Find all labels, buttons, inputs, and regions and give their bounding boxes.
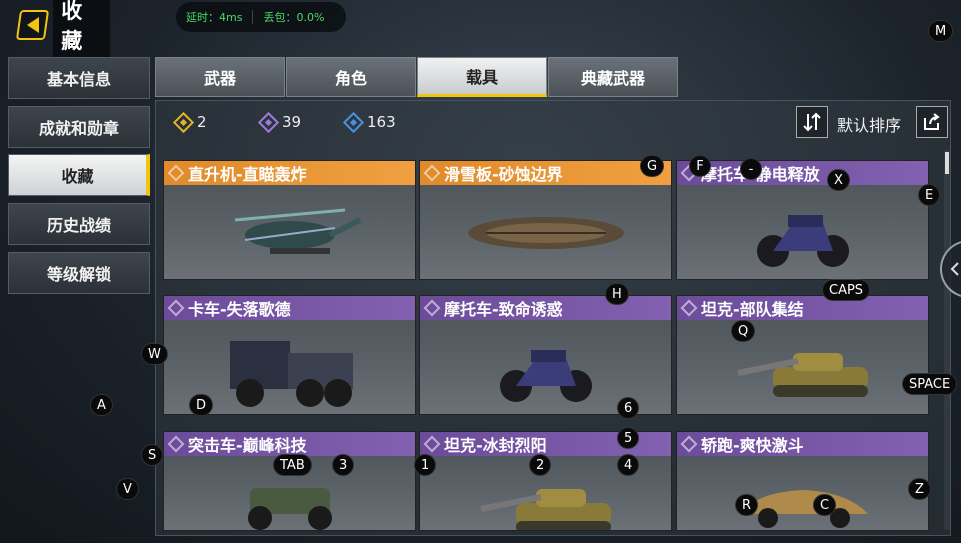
key-hint-f[interactable]: F xyxy=(689,155,711,177)
key-hint-q[interactable]: Q xyxy=(731,320,756,342)
chevron-left-icon xyxy=(950,262,959,276)
key-hint-tab[interactable]: TAB xyxy=(273,454,312,476)
rarity-diamond-icon xyxy=(680,299,698,317)
back-button[interactable]: 收藏 xyxy=(15,0,110,57)
sidebar-item-collection[interactable]: 收藏 xyxy=(8,154,150,196)
blue-diamond-icon xyxy=(342,111,365,133)
sidebar-item-level-unlock[interactable]: 等级解锁 xyxy=(8,252,150,294)
card-title-bar: 滑雪板-砂蚀边界 xyxy=(420,161,671,185)
tab-legendary-weapons[interactable]: 典藏武器 xyxy=(548,57,678,97)
card-title: 直升机-直瞄轰炸 xyxy=(188,165,307,184)
snowboard-icon xyxy=(420,185,671,279)
key-hint-caps[interactable]: CAPS xyxy=(822,279,871,301)
currency-value: 2 xyxy=(197,113,207,131)
rarity-diamond-icon xyxy=(423,299,441,317)
latency-text: 延时：4ms xyxy=(186,11,243,24)
tank-icon xyxy=(677,320,928,414)
currency-purple: 39 xyxy=(257,111,302,133)
sort-label[interactable]: 默认排序 xyxy=(837,112,901,136)
currency-value: 163 xyxy=(367,113,396,131)
card-title-bar: 坦克-部队集结 xyxy=(677,296,928,320)
sidebar-item-achievements[interactable]: 成就和勋章 xyxy=(8,106,150,148)
vehicle-card[interactable]: 突击车-巅峰科技 xyxy=(163,431,416,531)
card-title: 摩托车-致命诱惑 xyxy=(444,300,563,319)
rarity-diamond-icon xyxy=(423,435,441,453)
vehicle-card[interactable]: 摩托车-致命诱惑 xyxy=(419,295,672,415)
tab-weapons[interactable]: 武器 xyxy=(155,57,285,97)
sort-arrows-icon xyxy=(803,112,821,132)
card-title: 卡车-失落歌德 xyxy=(188,300,291,319)
card-title-bar: 直升机-直瞄轰炸 xyxy=(164,161,415,185)
sort-toggle-button[interactable] xyxy=(796,106,828,138)
card-title-bar: 摩托车-致命诱惑 xyxy=(420,296,671,320)
packet-loss-text: 丢包：0.0% xyxy=(263,11,325,24)
key-hint-space[interactable]: SPACE xyxy=(902,373,958,395)
vehicle-card[interactable]: 坦克-部队集结 xyxy=(676,295,929,415)
rarity-diamond-icon xyxy=(167,164,185,182)
key-hint-v[interactable]: V xyxy=(116,478,139,500)
tab-characters[interactable]: 角色 xyxy=(286,57,416,97)
currency-gold: 2 xyxy=(172,111,207,133)
share-button[interactable] xyxy=(916,106,948,138)
card-title: 滑雪板-砂蚀边界 xyxy=(444,165,563,184)
sidebar-item-history[interactable]: 历史战绩 xyxy=(8,203,150,245)
key-hint-a[interactable]: A xyxy=(90,394,113,416)
helicopter-icon xyxy=(164,185,415,279)
tab-vehicles[interactable]: 载具 xyxy=(417,57,547,97)
key-hint-minus[interactable]: - xyxy=(740,158,762,180)
key-hint-h[interactable]: H xyxy=(605,283,629,305)
gold-diamond-icon xyxy=(172,111,195,133)
key-hint-r[interactable]: R xyxy=(735,494,759,516)
key-hint-w[interactable]: W xyxy=(141,343,168,365)
vehicle-card[interactable]: 滑雪板-砂蚀边界 xyxy=(419,160,672,280)
page-title: 收藏 xyxy=(53,0,110,57)
card-title: 轿跑-爽快激斗 xyxy=(701,436,804,455)
card-title: 坦克-冰封烈阳 xyxy=(444,436,547,455)
key-hint-x[interactable]: X xyxy=(827,169,850,191)
scrollbar-thumb[interactable] xyxy=(945,152,949,174)
share-icon xyxy=(924,113,940,130)
vehicle-card[interactable]: 摩托车-静电释放 xyxy=(676,160,929,280)
rarity-diamond-icon xyxy=(167,299,185,317)
motorcycle-icon xyxy=(677,185,928,279)
divider xyxy=(252,10,254,24)
key-hint-c[interactable]: C xyxy=(813,494,837,516)
card-title-bar: 轿跑-爽快激斗 xyxy=(677,432,928,456)
back-arrow-icon xyxy=(15,10,50,40)
key-hint-z[interactable]: Z xyxy=(908,478,931,500)
card-title-bar: 卡车-失落歌德 xyxy=(164,296,415,320)
vehicle-card[interactable]: 轿跑-爽快激斗 xyxy=(676,431,929,531)
key-hint-g[interactable]: G xyxy=(640,155,665,177)
rarity-diamond-icon xyxy=(423,164,441,182)
card-title: 突击车-巅峰科技 xyxy=(188,436,307,455)
network-status: 延时：4ms 丢包：0.0% xyxy=(176,2,346,32)
sports-car-icon xyxy=(677,456,928,530)
rarity-diamond-icon xyxy=(167,435,185,453)
scrollbar[interactable] xyxy=(944,150,950,530)
sidebar-item-basic-info[interactable]: 基本信息 xyxy=(8,57,150,99)
card-title-bar: 摩托车-静电释放 xyxy=(677,161,928,185)
rarity-diamond-icon xyxy=(680,435,698,453)
key-hint-d[interactable]: D xyxy=(189,394,214,416)
currency-value: 39 xyxy=(282,113,302,131)
currency-blue: 163 xyxy=(342,111,396,133)
vehicle-card[interactable]: 直升机-直瞄轰炸 xyxy=(163,160,416,280)
purple-diamond-icon xyxy=(257,111,280,133)
key-hint-m[interactable]: M xyxy=(928,20,954,42)
card-title-bar: 突击车-巅峰科技 xyxy=(164,432,415,456)
card-title: 坦克-部队集结 xyxy=(701,300,804,319)
